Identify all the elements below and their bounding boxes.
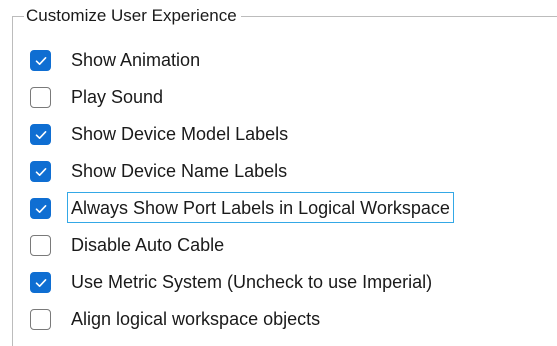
option-label: Show Device Name Labels bbox=[71, 161, 288, 181]
checkmark-icon bbox=[35, 278, 46, 287]
checkbox[interactable] bbox=[30, 272, 51, 293]
option-show-animation[interactable]: Show Animation bbox=[30, 44, 454, 81]
checkbox[interactable] bbox=[30, 235, 51, 256]
checkmark-icon bbox=[35, 204, 46, 213]
option-label: Show Device Model Labels bbox=[71, 124, 289, 144]
checkmark-icon bbox=[35, 130, 46, 139]
group-title: Customize User Experience bbox=[24, 4, 241, 28]
option-always-show-port-labels[interactable]: Always Show Port Labels in Logical Works… bbox=[30, 192, 454, 229]
checkbox[interactable] bbox=[30, 309, 51, 330]
option-show-device-model-labels[interactable]: Show Device Model Labels bbox=[30, 118, 454, 155]
option-label: Use Metric System (Uncheck to use Imperi… bbox=[71, 272, 433, 292]
options-list: Show Animation Play Sound Show Device Mo… bbox=[30, 44, 454, 340]
option-label: Play Sound bbox=[71, 87, 164, 107]
checkmark-icon bbox=[35, 56, 46, 65]
option-play-sound[interactable]: Play Sound bbox=[30, 81, 454, 118]
checkbox[interactable] bbox=[30, 198, 51, 219]
option-use-metric-system[interactable]: Use Metric System (Uncheck to use Imperi… bbox=[30, 266, 454, 303]
option-show-device-name-labels[interactable]: Show Device Name Labels bbox=[30, 155, 454, 192]
option-label: Align logical workspace objects bbox=[71, 309, 321, 329]
option-label: Show Animation bbox=[71, 50, 201, 70]
option-label: Always Show Port Labels in Logical Works… bbox=[67, 192, 454, 223]
option-label: Disable Auto Cable bbox=[71, 235, 225, 255]
checkbox[interactable] bbox=[30, 161, 51, 182]
checkmark-icon bbox=[35, 167, 46, 176]
option-align-logical-workspace-objects[interactable]: Align logical workspace objects bbox=[30, 303, 454, 340]
checkbox[interactable] bbox=[30, 87, 51, 108]
checkbox[interactable] bbox=[30, 124, 51, 145]
checkbox[interactable] bbox=[30, 50, 51, 71]
option-disable-auto-cable[interactable]: Disable Auto Cable bbox=[30, 229, 454, 266]
